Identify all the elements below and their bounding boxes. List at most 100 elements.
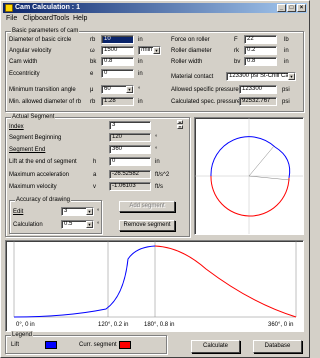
cam-profile-drawing [195,118,303,234]
chevron-down-icon: ▼ [288,73,295,80]
index-spinner[interactable]: ▲ ▼ [177,120,183,129]
chevron-down-icon: ▼ [153,47,160,54]
graph-xlabel-180: 180°, 0.8 in [144,322,174,328]
legend-lift-swatch [45,341,57,349]
basic-parameters-title: Basic parameters of cam [11,27,80,35]
roller-width-symbol: bv [234,59,241,65]
allowed-pressure-unit: psi [282,87,290,93]
basic-circle-label: Diameter of basic circle [9,37,72,43]
index-input[interactable]: 3 [109,121,151,130]
graph-lift-curve [13,245,156,318]
menu-help[interactable]: Help [73,15,87,23]
profile-radius-a [248,145,275,177]
lift-end-symbol: h [93,159,97,165]
calculation-accuracy-value: 0.5 [64,221,73,227]
allowed-pressure-label: Allowed specific pressure [171,87,239,93]
edit-accuracy-label: Edit [13,209,24,215]
segment-beginning-value: 120 [109,133,151,142]
min-diameter-unit: in [138,99,143,105]
close-button[interactable]: × [297,4,306,12]
minimize-button[interactable]: _ [277,4,286,12]
force-input[interactable]: 22 [244,35,277,44]
cam-width-input[interactable]: 0.8 [101,57,134,66]
transition-angle-unit: ° [138,87,141,93]
min-diameter-value: 1.28 [101,97,134,106]
calculated-pressure-unit: psi [282,99,290,105]
legend-segment-swatch [119,341,131,349]
legend-lift-label: Lift [11,342,20,348]
lift-graph-view: 0°, 0 in 120°, 0.2 in 180°, 0.8 in 360°,… [5,240,304,332]
app-icon [5,4,13,12]
profile-lift-curve-2 [274,146,291,179]
eccentricity-input[interactable]: 0 [101,69,134,78]
transition-angle-select[interactable]: 60 ▼ [101,85,134,94]
max-acceleration-value: -26.52582 [109,170,151,179]
force-unit: lb [284,37,289,43]
segment-end-unit: ° [155,147,158,153]
allowed-pressure-input[interactable]: 123300 [239,85,277,94]
legend-title: Legend [11,331,34,339]
segment-beginning-unit: ° [155,135,158,141]
segment-end-input[interactable]: 360 [109,145,151,154]
spin-down-icon[interactable]: ▼ [177,125,183,129]
max-acceleration-symbol: a [93,172,97,178]
calculation-accuracy-label: Calculation [13,222,43,228]
max-velocity-symbol: v [93,184,96,190]
chevron-down-icon: ▼ [126,86,133,93]
maximize-button[interactable]: □ [287,4,296,12]
calculation-accuracy-select[interactable]: 0.5 ▼ [61,220,94,229]
calculation-accuracy-unit: ° [97,222,100,228]
edit-accuracy-value: 3 [64,208,68,214]
graph-xlabel-360: 360°, 0 in [268,322,293,328]
eccentricity-label: Eccentricity [9,71,40,77]
material-contact-select[interactable]: 123300 psi St-Chill Cast ▼ [226,72,296,81]
roller-diameter-input[interactable]: 0.2 [244,46,277,55]
eccentricity-unit: in [138,71,143,77]
index-label: Index [9,124,24,130]
menu-file[interactable]: File [6,15,17,23]
spin-up-icon[interactable]: ▲ [177,120,183,124]
basic-circle-input[interactable]: 10 [101,35,134,44]
window-title: Cam Calculation : 1 [15,4,80,11]
max-acceleration-unit: ft/s^2 [155,172,170,178]
chevron-down-icon: ▼ [86,208,93,215]
angular-velocity-unit-select[interactable]: /min ▼ [138,46,161,55]
menu-tools[interactable]: Tools [53,15,69,23]
chevron-down-icon: ▼ [86,221,93,228]
remove-segment-button[interactable]: Remove segment [119,220,175,231]
menu-clipboard[interactable]: Clipboard [23,15,53,23]
calculated-pressure-value: 92532.767 [239,97,277,106]
transition-angle-symbol: μ [90,87,94,93]
roller-width-input[interactable]: 0.8 [244,57,277,66]
angular-velocity-label: Angular velocity [9,48,52,54]
basic-circle-unit: in [138,37,143,43]
material-contact-value: 123300 psi St-Chill Cast [229,73,294,79]
menu-bar: File Clipboard Tools Help [3,14,307,23]
profile-radius-b [248,175,291,181]
graph-xlabel-120: 120°, 0.2 in [98,322,128,328]
graph-xlabel-0: 0°, 0 in [16,322,35,328]
calculate-button[interactable]: Calculate [191,340,240,353]
max-velocity-unit: ft/s [155,184,164,190]
accuracy-title: Accuracy of drawing [15,196,72,204]
legend-segment-label: Curr. segment [79,342,117,348]
cam-width-label: Cam width [9,59,38,65]
angular-velocity-input[interactable]: 1500 [101,46,134,55]
cam-width-unit: in [138,59,143,65]
transition-angle-value: 60 [104,86,111,92]
basic-circle-symbol: rb [90,37,96,43]
cam-width-symbol: bk [90,59,97,65]
lift-end-unit: in [155,159,160,165]
lift-end-input[interactable]: 0 [109,157,151,166]
edit-accuracy-select[interactable]: 3 ▼ [61,207,94,216]
roller-diameter-label: Roller diameter [171,48,212,54]
lift-end-label: Lift at the end of segment [9,159,77,165]
segment-end-label: Segment End [9,147,46,153]
max-velocity-value: -1.06103 [109,182,151,191]
actual-segment-title: Actual Segment [11,113,56,121]
add-segment-button[interactable]: Add segment [119,201,175,212]
title-bar[interactable]: Cam Calculation : 1 _ □ × [3,3,307,13]
roller-width-label: Roller width [171,59,203,65]
max-velocity-label: Maximum velocity [9,184,57,190]
database-button[interactable]: Database [253,340,302,353]
